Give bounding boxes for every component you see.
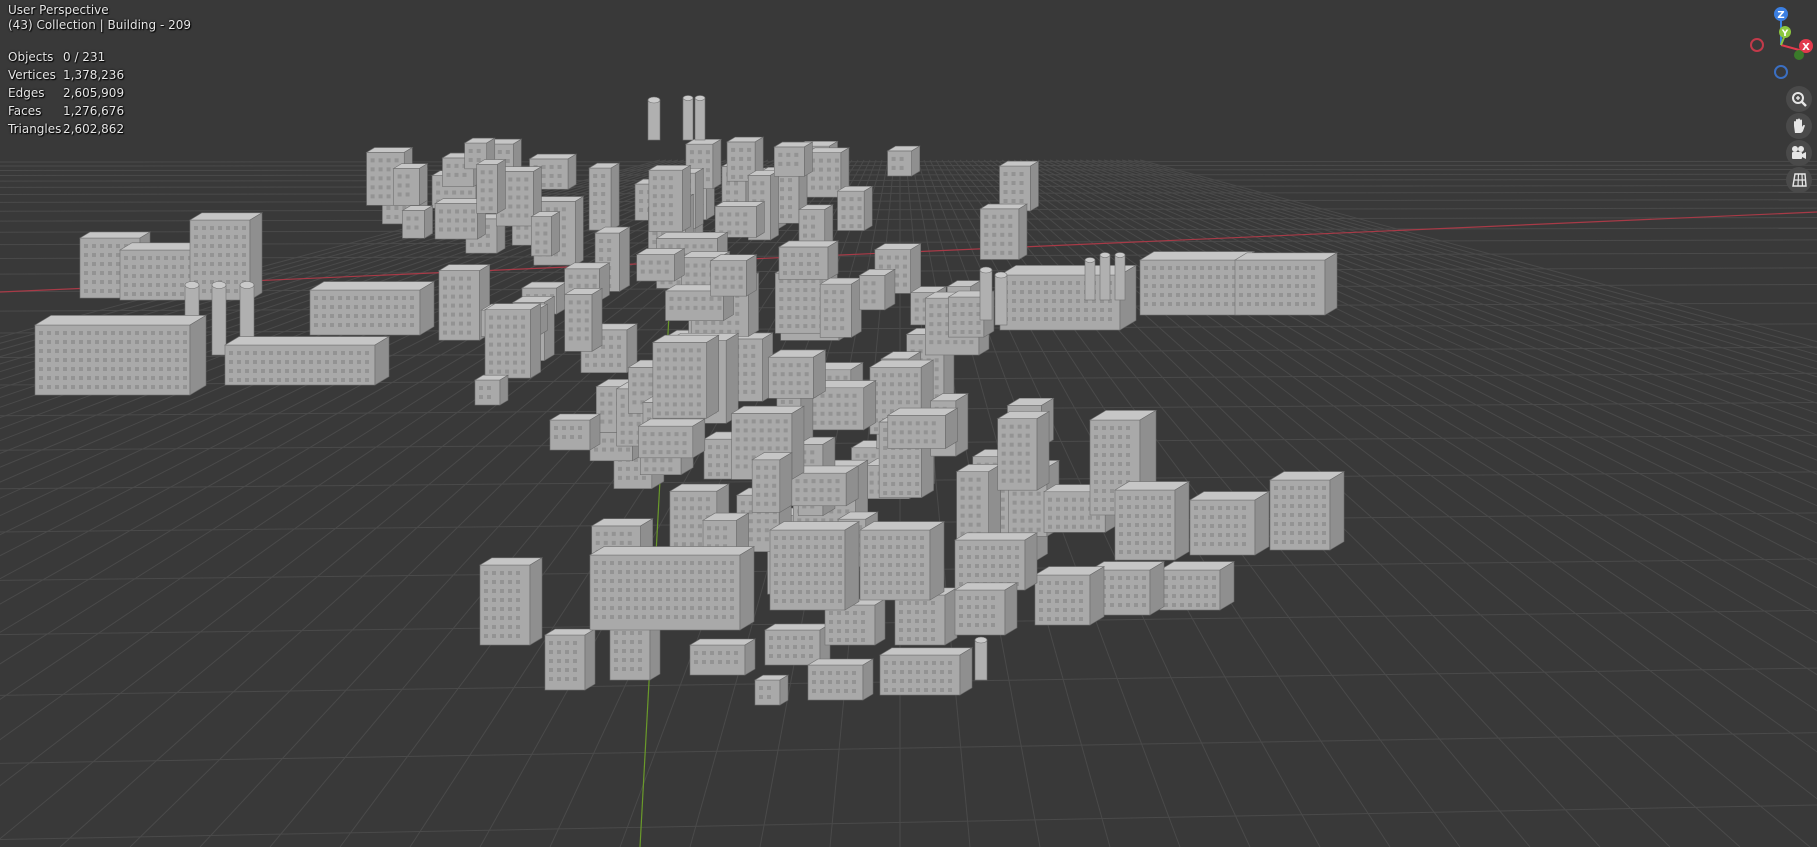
gizmo-neg-z-axis[interactable] — [1774, 65, 1788, 79]
viewport-info: User Perspective (43) Collection | Build… — [8, 3, 191, 33]
active-collection: (43) Collection | Building - 209 — [8, 18, 192, 32]
zoom-button[interactable] — [1786, 86, 1812, 112]
zoom-icon — [1792, 92, 1807, 107]
view-name: User Perspective — [8, 3, 109, 17]
svg-text:Y: Y — [1781, 29, 1789, 39]
scene-statistics: Objects 0 / 231 Vertices 1,378,236 Edges 2,… — [8, 48, 124, 138]
camera-icon — [1792, 146, 1806, 159]
stat-edges: Edges 2,605,909 — [8, 85, 125, 100]
svg-text:X: X — [1802, 42, 1810, 53]
city-model-scene — [33, 95, 1346, 706]
grid-view-icon — [1792, 173, 1807, 187]
stat-objects: Objects 0 / 231 — [8, 49, 106, 64]
gizmo-neg-y-axis[interactable] — [1794, 50, 1804, 60]
svg-text:Z: Z — [1777, 10, 1784, 21]
pan-hand-icon — [1794, 118, 1805, 133]
stat-faces: Faces 1,276,676 — [8, 103, 125, 118]
navigation-gizmo[interactable]: Z Y X — [1745, 5, 1817, 85]
3d-viewport[interactable]: User Perspective (43) Collection | Build… — [0, 0, 1817, 847]
gizmo-neg-x-axis[interactable] — [1750, 38, 1764, 52]
stat-triangles: Triangles 2,602,862 — [8, 121, 125, 136]
projection-toggle-button[interactable] — [1786, 167, 1812, 193]
stat-vertices: Vertices 1,378,236 — [8, 67, 125, 82]
camera-view-button[interactable] — [1786, 140, 1812, 166]
pan-button[interactable] — [1786, 113, 1812, 139]
